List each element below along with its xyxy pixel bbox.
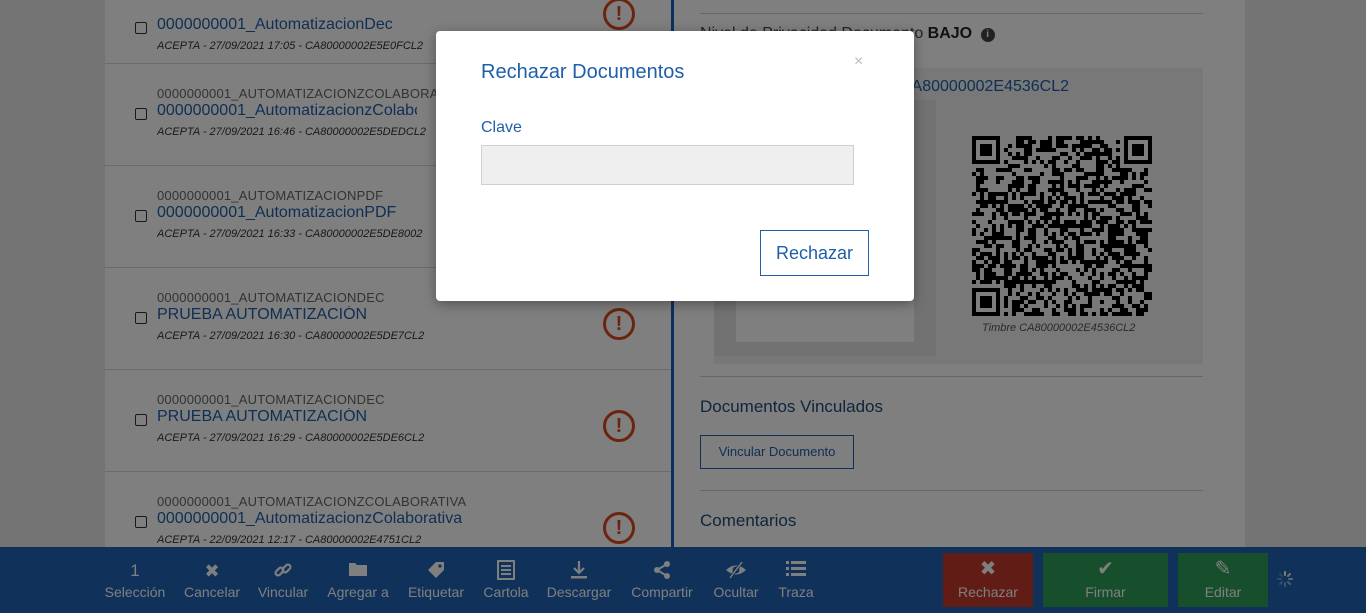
password-field[interactable] xyxy=(481,145,854,185)
reject-documents-dialog: Rechazar Documentos × Clave Rechazar xyxy=(436,31,914,301)
close-icon[interactable]: × xyxy=(854,53,863,71)
reject-button[interactable]: Rechazar xyxy=(760,230,869,276)
dialog-title: Rechazar Documentos xyxy=(481,61,685,83)
password-label: Clave xyxy=(481,119,522,136)
